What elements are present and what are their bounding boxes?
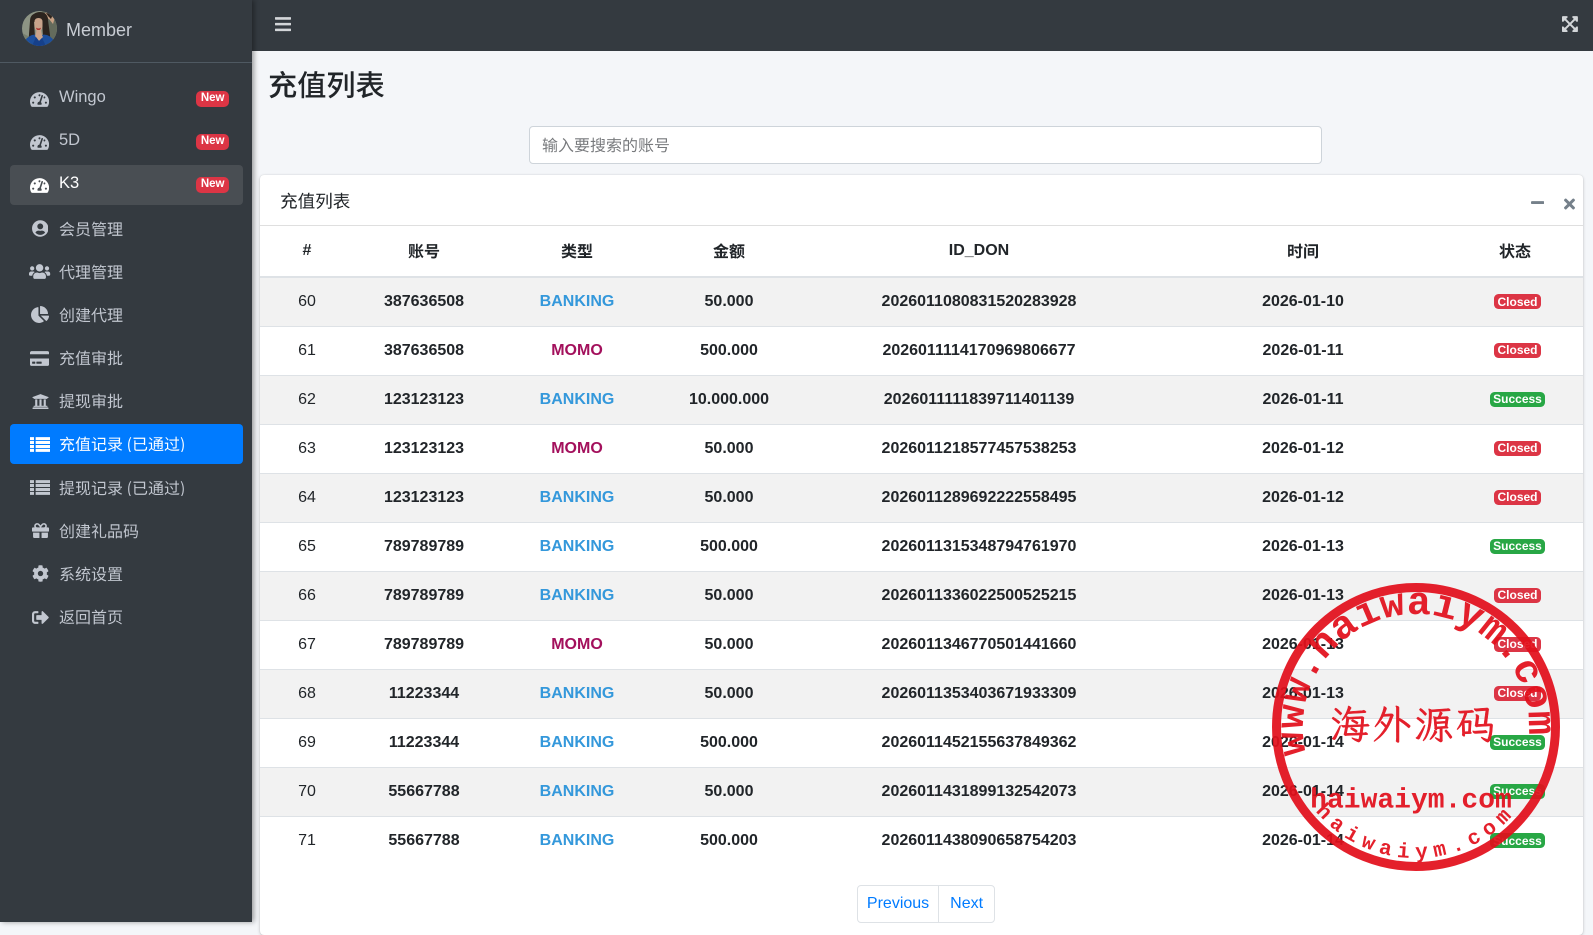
svg-text:www.haiwaiym.com: www.haiwaiym.com — [1270, 582, 1561, 758]
svg-text:haiwaiym.com: haiwaiym.com — [1310, 786, 1512, 817]
